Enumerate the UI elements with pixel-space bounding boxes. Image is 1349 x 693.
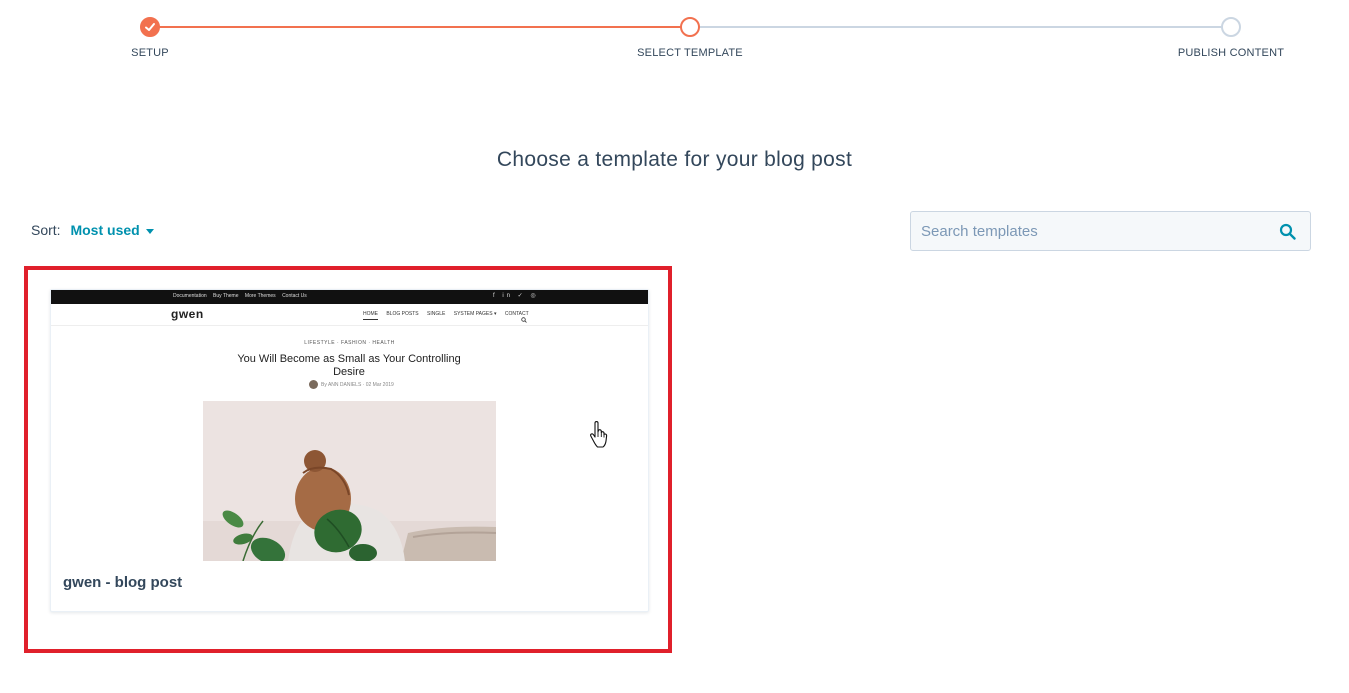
preview-menu-item: SINGLE: [427, 311, 446, 317]
search-input[interactable]: [911, 212, 1271, 250]
preview-logo: gwen: [171, 307, 204, 321]
preview-topbar: Documentation Buy Theme More Themes Cont…: [51, 290, 648, 304]
preview-menu-item: HOME: [363, 311, 378, 320]
preview-top-link: Documentation: [173, 293, 207, 299]
preview-post-title: You Will Become as Small as Your Control…: [237, 353, 461, 378]
sort-control: Sort: Most used: [31, 222, 154, 238]
hand-pointer-cursor-icon: [590, 421, 608, 448]
sort-label: Sort:: [31, 222, 61, 238]
step-setup-check-icon[interactable]: [140, 17, 160, 37]
template-name[interactable]: gwen - blog post: [63, 574, 182, 591]
preview-categories: LIFESTYLE · FASHION · HEALTH: [304, 340, 395, 346]
template-card[interactable]: Documentation Buy Theme More Themes Cont…: [50, 289, 649, 612]
step-label-publish-content: PUBLISH CONTENT: [1177, 47, 1285, 59]
preview-avatar: [309, 380, 318, 389]
stepper-line-complete: [150, 26, 690, 28]
preview-menu-item: BLOG POSTS: [386, 311, 419, 317]
step-label-select-template: SELECT TEMPLATE: [637, 47, 743, 59]
template-preview[interactable]: Documentation Buy Theme More Themes Cont…: [51, 290, 648, 562]
progress-stepper: SETUP SELECT TEMPLATE PUBLISH CONTENT: [0, 0, 1349, 70]
preview-top-link: More Themes: [244, 293, 276, 299]
step-select-template-dot: [680, 17, 700, 37]
page-title: Choose a template for your blog post: [496, 148, 853, 171]
preview-search-icon: [521, 310, 527, 328]
preview-hero-image: [203, 401, 496, 561]
stepper-line-incomplete: [690, 26, 1230, 28]
sort-value: Most used: [70, 222, 140, 238]
preview-top-link: Buy Theme: [213, 293, 239, 299]
step-label-setup[interactable]: SETUP: [131, 47, 169, 59]
caret-down-icon: [145, 228, 154, 234]
preview-byline-text: By ANN DANIELS · 02 Mar 2019: [321, 381, 394, 388]
step-publish-content-dot: [1221, 17, 1241, 37]
preview-byline: By ANN DANIELS · 02 Mar 2019: [309, 380, 394, 389]
preview-menu: HOME BLOG POSTS SINGLE SYSTEM PAGES ▾ CO…: [363, 311, 536, 320]
search-box: [910, 211, 1311, 251]
preview-social-icons: f in ✓ ◎: [493, 293, 539, 299]
preview-nav: gwen HOME BLOG POSTS SINGLE SYSTEM PAGES…: [51, 304, 648, 326]
search-icon[interactable]: [1279, 223, 1296, 245]
preview-menu-item: SYSTEM PAGES ▾: [453, 311, 497, 317]
preview-top-links: Documentation Buy Theme More Themes Cont…: [173, 293, 312, 299]
sort-dropdown[interactable]: Most used: [70, 222, 154, 238]
preview-top-link: Contact Us: [282, 293, 307, 299]
